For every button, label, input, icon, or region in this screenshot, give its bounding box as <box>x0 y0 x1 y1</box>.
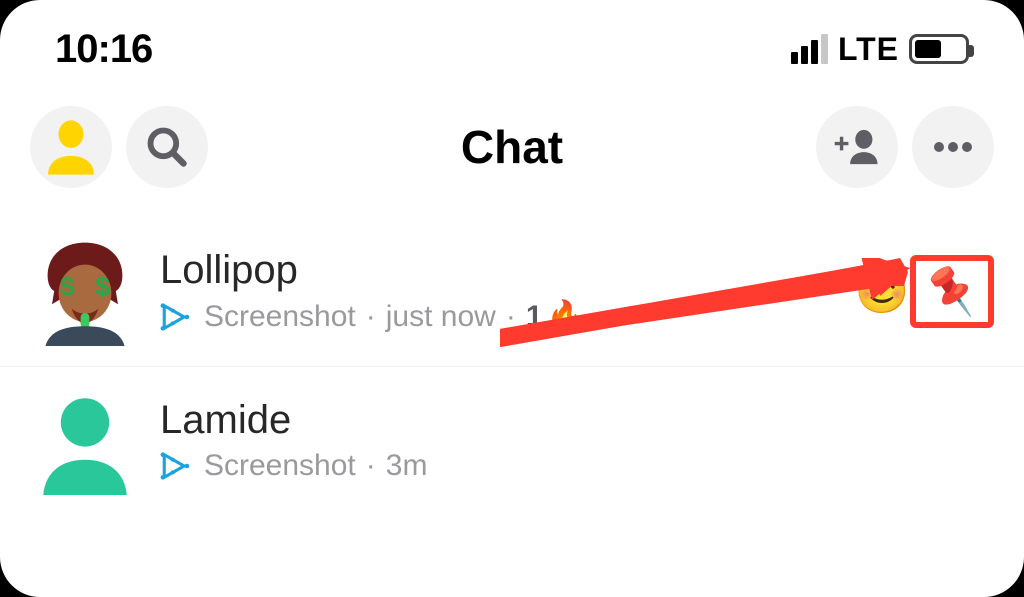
chat-subtext: Screenshot · just now · 1 🔥 <box>160 299 849 334</box>
chat-list: $ $ Lollipop <box>0 218 1024 515</box>
screenshot-icon <box>160 300 194 334</box>
pushpin-icon: 📌 <box>922 262 982 319</box>
chat-info: Lollipop Screenshot · j <box>160 248 849 334</box>
row-right: 😊 📌 <box>849 255 994 328</box>
more-button[interactable] <box>912 106 994 188</box>
status-bar: 10:16 LTE <box>0 0 1024 88</box>
network-label: LTE <box>838 31 899 68</box>
cellular-signal-icon <box>791 34 828 64</box>
status-right: LTE <box>791 31 969 68</box>
streak-count: 1 <box>526 300 543 334</box>
battery-icon <box>909 34 969 64</box>
status-text: Screenshot <box>204 449 356 483</box>
person-silhouette-icon <box>46 120 96 175</box>
chat-row[interactable]: $ $ Lollipop <box>0 218 1024 367</box>
friend-emoji-icon: 😊 <box>855 265 910 317</box>
svg-text:$: $ <box>60 271 75 301</box>
chat-row[interactable]: Lamide Screenshot · 3m <box>0 367 1024 515</box>
svg-text:$: $ <box>95 271 110 301</box>
avatar <box>30 385 140 495</box>
add-friend-button[interactable] <box>816 106 898 188</box>
search-icon <box>145 125 189 169</box>
time-text: 3m <box>386 449 428 483</box>
page-title: Chat <box>208 120 816 174</box>
add-person-icon <box>833 123 881 171</box>
search-button[interactable] <box>126 106 208 188</box>
chat-header: Chat <box>0 88 1024 218</box>
app-screen: 10:16 LTE Chat <box>0 0 1024 597</box>
chat-name: Lamide <box>160 398 994 443</box>
annotation-highlight-box: 📌 <box>910 255 994 328</box>
screenshot-icon <box>160 449 194 483</box>
fire-icon: 🔥 <box>547 299 584 334</box>
separator: · <box>506 300 516 334</box>
status-text: Screenshot <box>204 300 356 334</box>
chat-subtext: Screenshot · 3m <box>160 449 994 483</box>
separator: · <box>366 300 376 334</box>
ellipsis-icon <box>931 141 975 153</box>
time-text: just now <box>386 300 496 334</box>
chat-info: Lamide Screenshot · 3m <box>160 398 994 483</box>
avatar: $ $ <box>30 236 140 346</box>
separator: · <box>366 449 376 483</box>
profile-button[interactable] <box>30 106 112 188</box>
snapstreak: 1 🔥 <box>526 299 584 334</box>
status-time: 10:16 <box>55 27 152 72</box>
chat-name: Lollipop <box>160 248 849 293</box>
